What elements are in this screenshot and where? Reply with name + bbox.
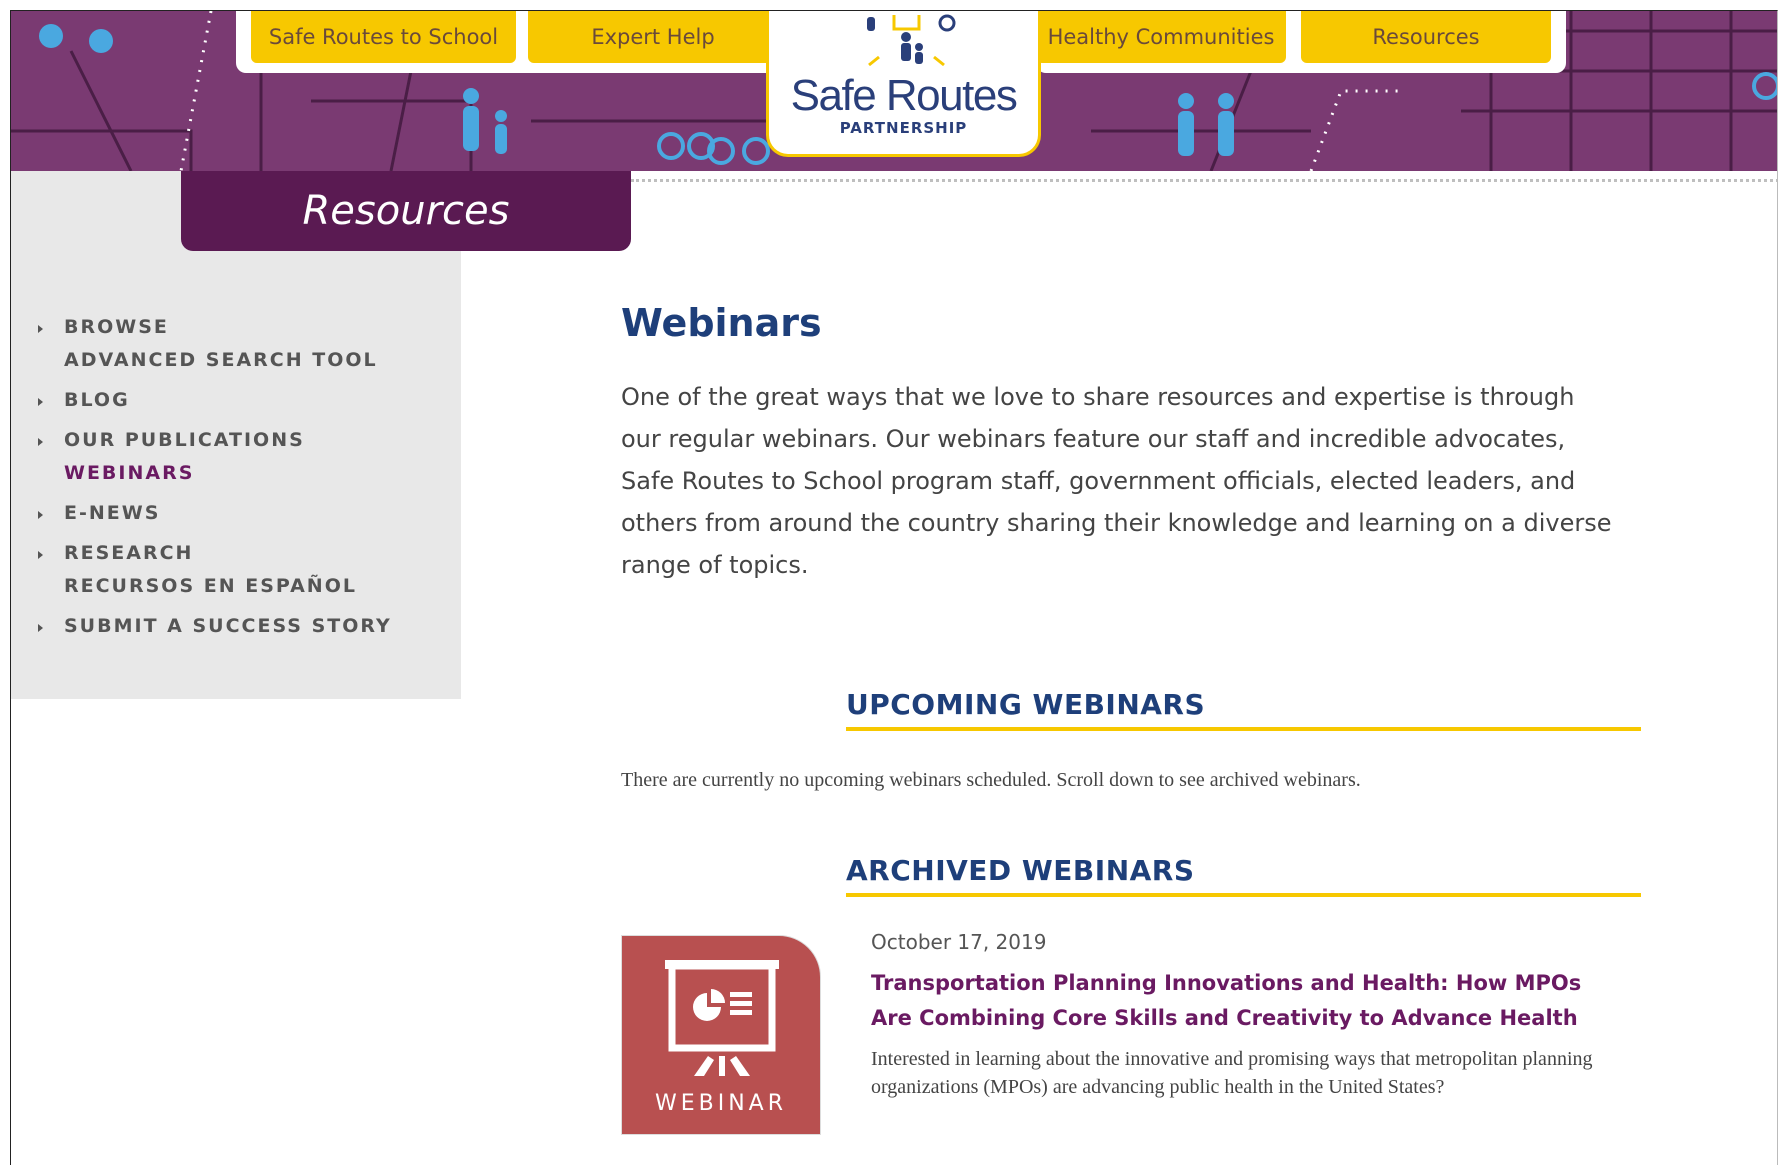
sidebar-item-webinars[interactable]: WEBINARS: [36, 457, 392, 490]
presentation-screen-icon: [665, 960, 779, 1076]
bullet-icon: [38, 551, 43, 559]
sidebar-item-e-news[interactable]: E-NEWS: [36, 497, 392, 530]
nav-tab-healthy-communities[interactable]: Healthy Communities: [1036, 11, 1286, 63]
sidebar-item-label: RESEARCH: [64, 542, 194, 564]
sidebar-item-label: ADVANCED SEARCH TOOL: [64, 349, 378, 371]
upcoming-webinars-heading: UPCOMING WEBINARS: [846, 688, 1641, 731]
sidebar-item-blog[interactable]: BLOG: [36, 384, 392, 417]
page-title: Webinars: [621, 301, 822, 345]
sidebar-item-label: BLOG: [64, 389, 130, 411]
bullet-icon: [38, 398, 43, 406]
site-header: Safe Routes to School Expert Help Health…: [11, 11, 1777, 171]
no-upcoming-message: There are currently no upcoming webinars…: [621, 769, 1361, 791]
bullet-icon: [38, 325, 43, 333]
nav-strip-left: Safe Routes to School Expert Help: [236, 11, 778, 73]
sidebar-item-submit-a-success-story[interactable]: SUBMIT A SUCCESS STORY: [36, 610, 392, 643]
logo-wordmark: Safe Routes: [790, 71, 1018, 120]
nav-strip-right: Healthy Communities Resources: [1036, 11, 1566, 73]
webinar-description: Interested in learning about the innovat…: [871, 1048, 1593, 1098]
sidebar-item-label: OUR PUBLICATIONS: [64, 429, 305, 451]
webinar-thumbnail-label: WEBINAR: [654, 1091, 788, 1116]
browser-page: Safe Routes to School Expert Help Health…: [10, 10, 1778, 1165]
archived-webinars-heading: ARCHIVED WEBINARS: [846, 854, 1641, 897]
logo-subtitle: PARTNERSHIP: [839, 119, 968, 137]
sidebar-item-our-publications[interactable]: OUR PUBLICATIONS: [36, 424, 392, 457]
sidebar-item-advanced-search-tool[interactable]: ADVANCED SEARCH TOOL: [36, 344, 392, 377]
sidebar-item-research[interactable]: RESEARCH: [36, 537, 392, 570]
nav-tab-safe-routes-to-school[interactable]: Safe Routes to School: [251, 11, 516, 63]
section-tab-resources: Resources: [181, 171, 631, 251]
sidebar-item-label: WEBINARS: [64, 462, 195, 484]
sidebar-item-recursos-en-espanol[interactable]: RECURSOS EN ESPAÑOL: [36, 570, 392, 603]
header-dotted-divider: [631, 179, 1777, 182]
site-logo[interactable]: Safe Routes PARTNERSHIP: [766, 11, 1041, 157]
webinar-date: October 17, 2019: [871, 930, 1047, 954]
bullet-icon: [38, 511, 43, 519]
nav-tab-expert-help[interactable]: Expert Help: [528, 11, 778, 63]
intro-paragraph: One of the great ways that we love to sh…: [621, 383, 1612, 579]
logo-figures-icon: [867, 14, 956, 67]
webinar-title-link[interactable]: Transportation Planning Innovations and …: [871, 966, 1611, 1036]
webinar-thumbnail[interactable]: WEBINAR: [621, 935, 821, 1135]
sidebar-item-label: SUBMIT A SUCCESS STORY: [64, 615, 392, 637]
sidebar-nav-list: BROWSE ADVANCED SEARCH TOOL BLOG OUR PUB…: [36, 311, 392, 643]
sidebar-item-label: BROWSE: [64, 316, 169, 338]
nav-tab-resources[interactable]: Resources: [1301, 11, 1551, 63]
bullet-icon: [38, 624, 43, 632]
section-tab-label: Resources: [302, 188, 510, 234]
sidebar-item-label: RECURSOS EN ESPAÑOL: [64, 575, 357, 597]
sidebar-item-label: E-NEWS: [64, 502, 161, 524]
sidebar-item-browse[interactable]: BROWSE: [36, 311, 392, 344]
bullet-icon: [38, 438, 43, 446]
